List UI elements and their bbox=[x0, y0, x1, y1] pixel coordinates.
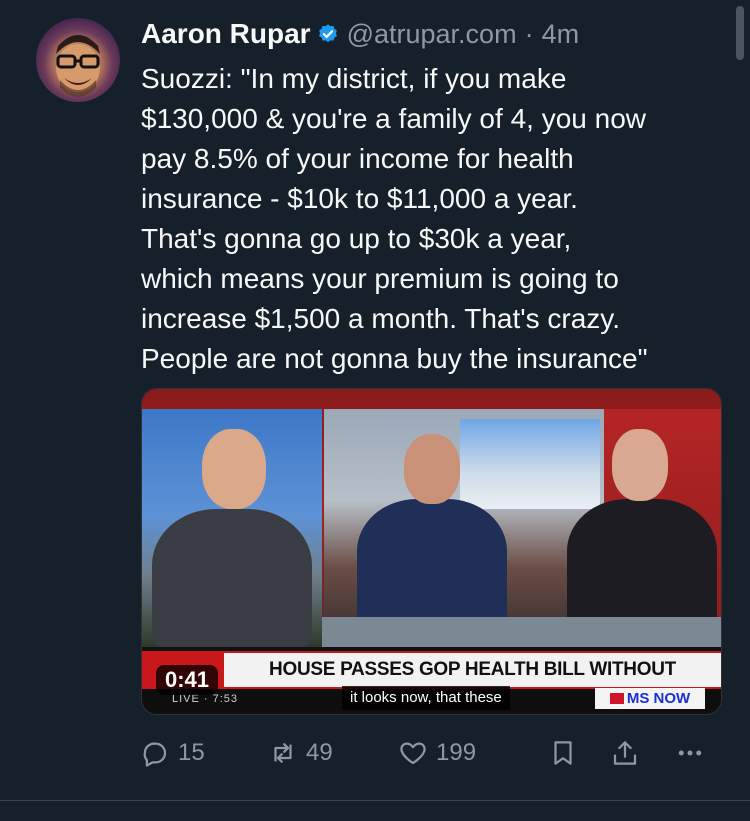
guest-figure-right bbox=[567, 499, 717, 629]
network-logo-mark bbox=[609, 693, 624, 704]
video-player[interactable]: HOUSE PASSES GOP HEALTH BILL WITHOUT SUB… bbox=[141, 388, 722, 715]
chyron-headline: HOUSE PASSES GOP HEALTH BILL WITHOUT SUB… bbox=[224, 653, 721, 714]
guest-head-right bbox=[612, 429, 668, 501]
avatar[interactable] bbox=[36, 18, 120, 102]
share-icon bbox=[613, 741, 637, 765]
repost-count: 49 bbox=[306, 739, 333, 766]
reply-count: 15 bbox=[178, 739, 205, 766]
like-count: 199 bbox=[436, 739, 477, 766]
author-name[interactable]: Aaron Rupar bbox=[141, 18, 311, 50]
tweet-actions: 15 49 199 bbox=[140, 733, 720, 773]
network-logo: MS NOW bbox=[595, 688, 705, 709]
repost-button[interactable]: 49 bbox=[268, 733, 333, 773]
video-duration: 0:41 bbox=[156, 665, 219, 695]
reply-button[interactable]: 15 bbox=[140, 733, 205, 773]
timestamp[interactable]: 4m bbox=[542, 19, 580, 50]
tweet-divider bbox=[0, 800, 750, 801]
bookmark-icon bbox=[554, 741, 572, 765]
more-icon bbox=[678, 750, 702, 756]
white-house-backdrop bbox=[460, 419, 600, 509]
heart-icon bbox=[400, 742, 426, 765]
reply-icon bbox=[143, 742, 167, 767]
anchor-head bbox=[202, 429, 266, 509]
author-handle[interactable]: @atrupar.com bbox=[347, 19, 517, 50]
verified-badge-icon bbox=[317, 23, 339, 45]
like-button[interactable]: 199 bbox=[398, 733, 476, 773]
guest-head-middle bbox=[404, 434, 460, 504]
bookmark-button[interactable] bbox=[548, 733, 578, 773]
anchor-figure bbox=[152, 509, 312, 649]
share-button[interactable] bbox=[610, 733, 640, 773]
more-options-button[interactable] bbox=[675, 733, 705, 773]
network-logo-text: MS NOW bbox=[626, 690, 691, 707]
guest-figure-middle bbox=[357, 499, 507, 629]
studio-desk bbox=[322, 617, 721, 647]
scrollbar[interactable] bbox=[736, 6, 744, 60]
header-separator: · bbox=[524, 18, 534, 49]
repost-icon bbox=[274, 743, 292, 763]
video-caption: it looks now, that these bbox=[342, 686, 510, 710]
tweet-text: Suozzi: "In my district, if you make $13… bbox=[141, 63, 648, 374]
tweet-header: Aaron Rupar @atrupar.com · 4m bbox=[141, 14, 579, 54]
tweet: Aaron Rupar @atrupar.com · 4m Suozzi: "I… bbox=[0, 0, 750, 800]
